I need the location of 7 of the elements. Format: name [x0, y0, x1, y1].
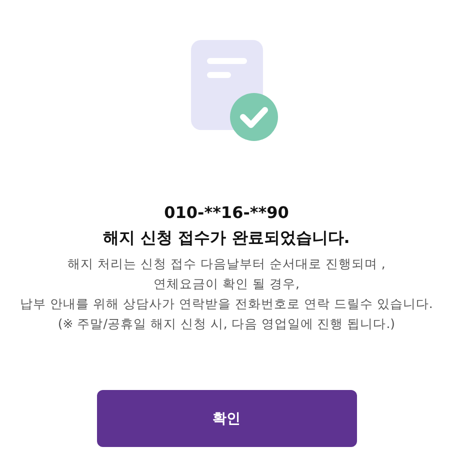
notice-text: 해지 처리는 신청 접수 다음날부터 순서대로 진행되며 , — [68, 255, 386, 273]
phone-number: 010-**16-**90 — [164, 202, 289, 224]
confirm-button[interactable]: 확인 — [96, 390, 356, 447]
notice-text: 연체요금이 확인 될 경우, — [154, 275, 300, 293]
notice-text: (※ 주말/공휴일 해지 신청 시, 다음 영업일에 진행 됩니다.) — [58, 315, 396, 333]
completion-title: 해지 신청 접수가 완료되었습니다. — [103, 227, 350, 249]
notice-text: 납부 안내를 위해 상담사가 연락받을 전화번호로 연락 드릴수 있습니다. — [20, 295, 433, 313]
